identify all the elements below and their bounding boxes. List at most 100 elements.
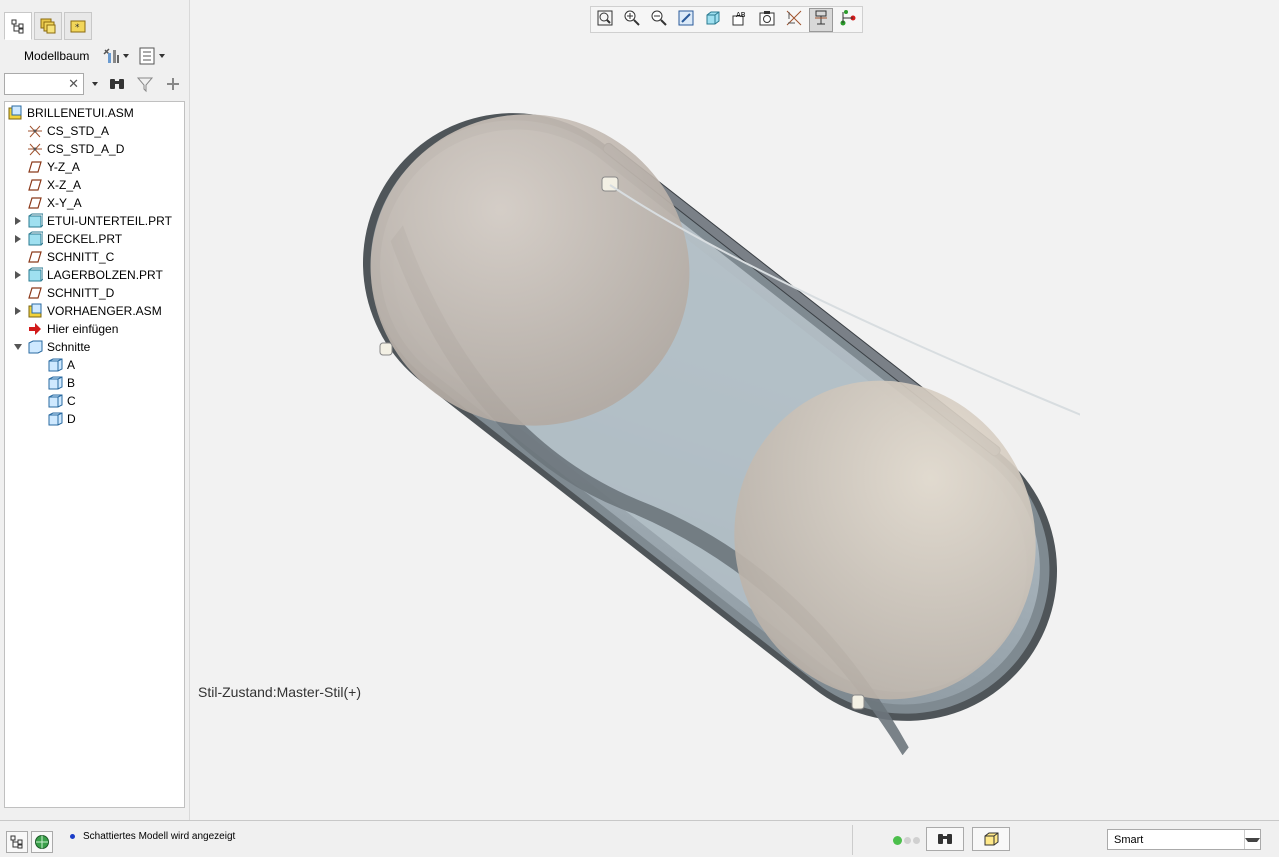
display-style-button[interactable]: [701, 8, 725, 32]
selection-filter-value: Smart: [1114, 833, 1144, 846]
annotation-display-button[interactable]: [809, 7, 833, 32]
datum-plane-icon: [27, 249, 43, 265]
insert-arrow-icon: [27, 321, 43, 337]
regen-dot: [913, 837, 920, 844]
datum-display-button[interactable]: [782, 8, 806, 32]
tree-item-label: SCHNITT_D: [47, 286, 115, 300]
tree-item[interactable]: LAGERBOLZEN.PRT: [13, 266, 163, 284]
part-icon: [27, 213, 43, 229]
tree-item-label: Y-Z_A: [47, 160, 80, 174]
tree-item[interactable]: SCHNITT_D: [13, 284, 114, 302]
status-divider: [852, 825, 853, 855]
collapse-arrow-icon[interactable]: [13, 344, 23, 350]
selection-filter-select[interactable]: Smart: [1107, 829, 1261, 850]
tree-item-label: SCHNITT_C: [47, 250, 115, 264]
favorites-tab[interactable]: *: [64, 12, 92, 40]
assembly-icon: [27, 303, 43, 319]
browser-globe-icon: [35, 835, 49, 849]
tree-header: Modellbaum: [4, 42, 185, 70]
message-bullet-icon: [70, 834, 75, 839]
status-bar: Schattiertes Modell wird angezeigt Smart: [0, 820, 1279, 857]
tree-item[interactable]: C: [33, 392, 76, 410]
tree-item-label: DECKEL.PRT: [47, 232, 123, 246]
filter-icon[interactable]: [136, 75, 154, 93]
zoom-in-button[interactable]: [620, 8, 644, 32]
section-icon: [47, 357, 63, 373]
datum-plane-icon: [27, 285, 43, 301]
repaint-icon: [677, 9, 695, 30]
saved-views-button[interactable]: AB: [728, 8, 752, 32]
find-binoculars-icon[interactable]: [108, 75, 126, 93]
status-message-text: Schattiertes Modell wird angezeigt: [83, 831, 236, 842]
expand-arrow-icon[interactable]: [13, 217, 23, 225]
zoom-out-button[interactable]: [647, 8, 671, 32]
model-tree-icon: [11, 19, 24, 34]
regeneration-status-icon: [893, 836, 920, 845]
chevron-down-icon[interactable]: [1244, 830, 1260, 849]
clear-search-icon[interactable]: ✕: [68, 76, 79, 92]
tree-item[interactable]: CS_STD_A_D: [13, 140, 124, 158]
chevron-down-icon: [123, 54, 130, 58]
expand-arrow-icon[interactable]: [13, 235, 23, 243]
model-tree: BRILLENETUI.ASM CS_STD_A CS_STD_A_D Y-Z_A X-…: [4, 101, 185, 808]
refit-button[interactable]: [593, 8, 617, 32]
model-tree-icon: [10, 835, 23, 849]
view-toolbar: AB: [590, 6, 863, 33]
toggle-navigator-button[interactable]: [6, 831, 28, 853]
toggle-browser-button[interactable]: [31, 831, 53, 853]
view-manager-button[interactable]: [755, 8, 779, 32]
section-icon: [47, 393, 63, 409]
tree-item-label: X-Y_A: [47, 196, 82, 210]
datum-plane-icon: [27, 177, 43, 193]
folder-stack-icon: [40, 18, 56, 34]
tree-item-label: D: [67, 412, 76, 426]
svg-text:AB: AB: [736, 11, 746, 19]
tree-item[interactable]: X-Z_A: [13, 176, 81, 194]
tree-item[interactable]: X-Y_A: [13, 194, 82, 212]
tree-item[interactable]: A: [33, 356, 75, 374]
expand-arrow-icon[interactable]: [13, 307, 23, 315]
tree-item[interactable]: CS_STD_A: [13, 122, 109, 140]
tree-item[interactable]: ETUI-UNTERTEIL.PRT: [13, 212, 172, 230]
chevron-down-icon: [159, 54, 166, 58]
tree-item[interactable]: Hier einfügen: [13, 320, 118, 338]
repaint-button[interactable]: [674, 8, 698, 32]
tree-item[interactable]: VORHAENGER.ASM: [13, 302, 162, 320]
add-column-icon[interactable]: [166, 77, 180, 91]
settings-button[interactable]: [101, 46, 130, 66]
search-history-dropdown-icon[interactable]: [92, 82, 98, 86]
favorites-folder-icon: *: [70, 20, 86, 33]
select-box-button[interactable]: [972, 827, 1010, 851]
glasses-case-model[interactable]: [340, 95, 1080, 755]
show-button[interactable]: [138, 46, 166, 66]
sections-folder-icon: [27, 339, 43, 355]
tree-item[interactable]: Y-Z_A: [13, 158, 80, 176]
tree-item[interactable]: BRILLENETUI.ASM: [7, 104, 134, 122]
tree-item[interactable]: SCHNITT_C: [13, 248, 114, 266]
model-tree-tab[interactable]: [4, 12, 32, 40]
tree-item[interactable]: DECKEL.PRT: [13, 230, 122, 248]
layer-tab[interactable]: [34, 12, 62, 40]
find-button[interactable]: [926, 827, 964, 851]
csys-icon: [27, 141, 43, 157]
tree-tools: [101, 46, 166, 66]
expand-arrow-icon[interactable]: [13, 271, 23, 279]
tree-item-label: ETUI-UNTERTEIL.PRT: [47, 214, 172, 228]
annotation-display-icon: [812, 9, 830, 30]
tree-item[interactable]: B: [33, 374, 75, 392]
refit-icon: [596, 9, 614, 30]
spin-center-button[interactable]: [836, 8, 860, 32]
show-list-icon: [139, 47, 155, 65]
tree-search-input[interactable]: [5, 74, 65, 94]
tree-item[interactable]: Schnitte: [13, 338, 90, 356]
tree-search-box: ✕: [4, 73, 84, 95]
tree-item[interactable]: D: [33, 410, 76, 428]
datum-display-icon: [785, 9, 803, 30]
datum-plane-icon: [27, 195, 43, 211]
regen-dot-green: [893, 836, 902, 845]
tree-item-label: Schnitte: [47, 340, 91, 354]
part-icon: [27, 231, 43, 247]
svg-text:*: *: [75, 23, 80, 33]
saved-views-icon: AB: [731, 9, 749, 30]
graphics-area[interactable]: AB Stil-Zustand:Master-Stil(+): [190, 0, 1279, 820]
